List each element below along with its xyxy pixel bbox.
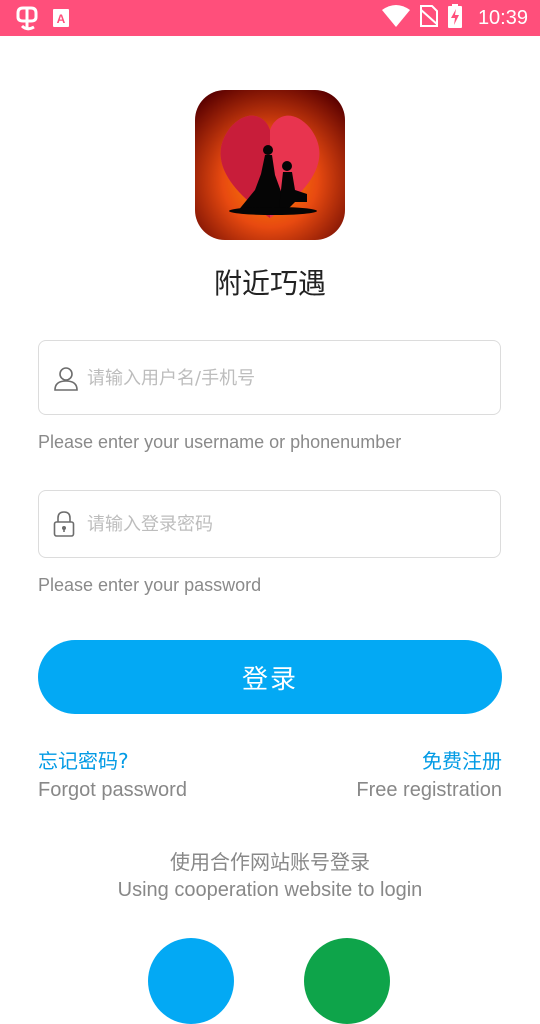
status-bar: A 10:39 bbox=[0, 0, 540, 36]
user-icon bbox=[53, 365, 79, 395]
cooperation-login-title: 使用合作网站账号登录 bbox=[170, 850, 370, 874]
cooperation-login-subtitle: Using cooperation website to login bbox=[117, 879, 423, 901]
lock-icon bbox=[53, 511, 75, 541]
blue-circle-login-icon[interactable] bbox=[148, 938, 234, 1024]
forgot-password-link[interactable]: 忘记密码? bbox=[38, 745, 129, 774]
register-en-label: Free registration bbox=[356, 779, 502, 801]
password-field[interactable] bbox=[38, 490, 501, 558]
forgot-password-en-label: Forgot password bbox=[38, 779, 187, 801]
register-link[interactable]: 免费注册 bbox=[422, 745, 502, 774]
battery-charging-icon bbox=[447, 4, 462, 32]
username-input[interactable] bbox=[87, 365, 490, 391]
app-title: 附近巧遇 bbox=[213, 267, 326, 300]
login-button[interactable]: 登录 bbox=[38, 640, 502, 714]
username-field[interactable] bbox=[38, 340, 501, 415]
a-notification-icon: A bbox=[52, 8, 70, 32]
svg-text:A: A bbox=[57, 12, 66, 26]
clock: 10:39 bbox=[477, 6, 528, 29]
wifi-icon bbox=[381, 5, 410, 31]
password-input[interactable] bbox=[87, 511, 490, 537]
app-bug-icon bbox=[14, 5, 40, 35]
green-circle-login-icon[interactable] bbox=[304, 938, 390, 1024]
couple-heart-logo bbox=[195, 90, 345, 240]
no-sim-icon bbox=[419, 5, 439, 31]
app-logo bbox=[195, 90, 345, 240]
password-hint: Please enter your password bbox=[38, 575, 262, 595]
username-hint: Please enter your username or phonenumbe… bbox=[38, 432, 402, 452]
